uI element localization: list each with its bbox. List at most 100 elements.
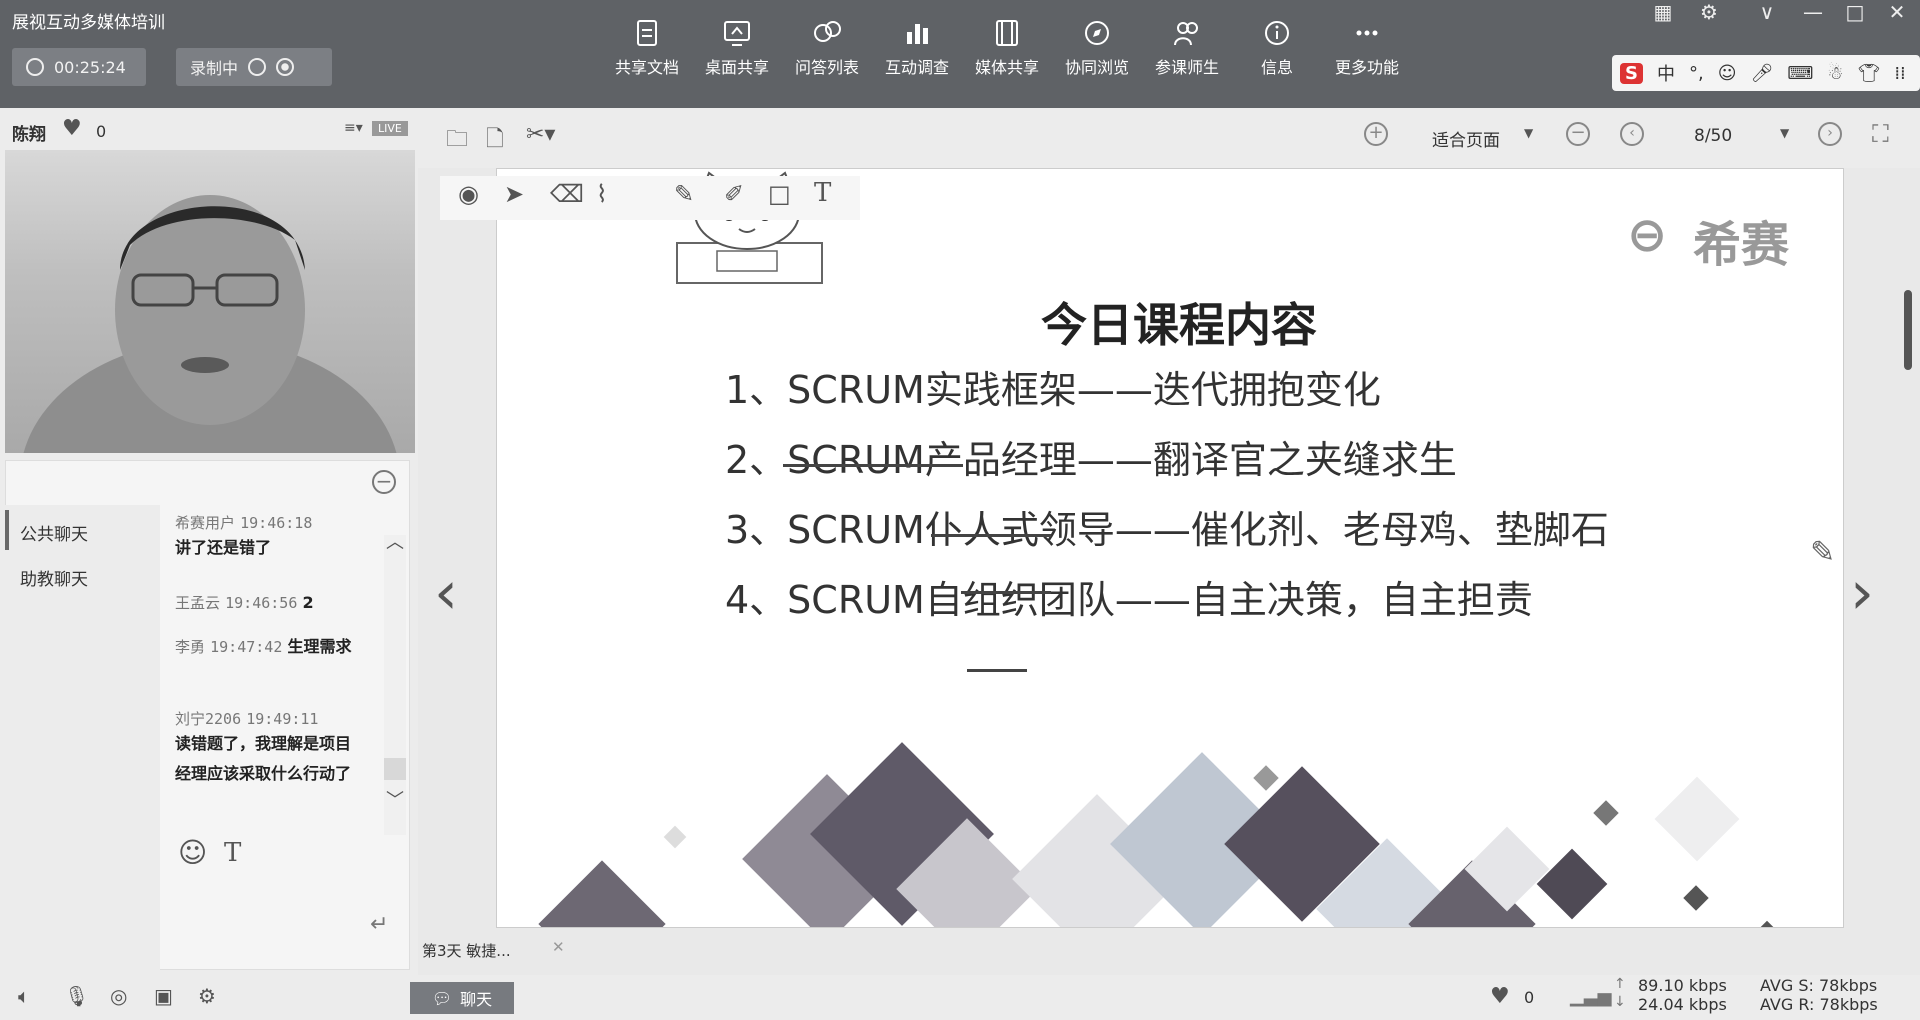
next-page-icon[interactable]: › [1818,122,1842,146]
maximize-icon[interactable]: □ [1838,0,1872,24]
fullscreen-icon[interactable]: ⛶ [1872,120,1889,148]
agenda-item-2: 2、SCRUM产品经理——翻译官之夹缝求生 [725,438,1457,482]
annotation-underline [783,464,963,467]
decorative-diamonds [497,729,1843,927]
collapse-icon[interactable]: − [372,470,396,494]
slide-prev-icon[interactable]: ‹ [434,558,458,628]
tab-public-chat[interactable]: 公共聊天 [20,520,88,545]
text-tool-icon[interactable]: T [814,178,831,208]
tool-label: 更多功能 [1334,58,1399,77]
slide-next-icon[interactable]: › [1850,558,1874,628]
chat-message: 刘宁2206 19:49:11 读错题了，我理解是项目经理应该采取什么行动了 [175,708,365,789]
scissors-icon[interactable]: ✂▾ [526,122,555,147]
heart-icon[interactable]: ♥ [62,116,82,141]
send-enter-icon[interactable]: ↵ [370,912,388,937]
emoji-icon[interactable]: ☺ [1718,63,1737,84]
tool-label: 问答列表 [794,58,859,77]
page-indicator: 8/50 [1694,126,1733,146]
pointer-icon[interactable]: ➤ [504,180,524,208]
message-text: 讲了还是错了 [175,538,272,557]
tool-info[interactable]: 信息 [1232,18,1322,78]
tool-label: 协同浏览 [1064,58,1129,77]
survey-chart-icon [907,24,928,44]
skin-icon[interactable]: 👕︎ [1857,63,1880,84]
prev-page-icon[interactable]: ‹ [1620,122,1644,146]
annotation-underline [967,669,1027,672]
record-icon[interactable]: ◉ [458,180,479,208]
slide-canvas: ⊖ 希赛 今日课程内容 1、SCRUM实践框架——迭代拥抱变化 2、SCRUM产… [496,168,1844,928]
qa-icon [814,21,841,42]
page-scrollbar[interactable] [1904,290,1912,370]
emoji-icon[interactable]: ☺ [178,836,207,869]
chevron-down-icon[interactable]: ∨ [1750,0,1784,24]
rectangle-icon[interactable]: □ [768,180,791,208]
eraser-icon[interactable]: ⌫ [550,180,584,208]
active-tab-indicator [5,510,9,550]
image-settings-icon[interactable]: ▣ [154,984,173,1008]
compass-icon [1085,21,1109,45]
layout-icon[interactable]: ▦ [1646,0,1680,24]
camera-icon[interactable]: ◎ [110,984,127,1008]
zoom-dropdown-icon[interactable]: ▼ [1524,126,1533,140]
pen-toggle-icon[interactable]: ✎ [1810,535,1835,570]
keyboard-icon[interactable]: ⌨ [1787,63,1813,84]
punctuation-icon[interactable]: °, [1689,63,1704,84]
speaker-icon[interactable]: 🔈︎ [18,984,30,1008]
ime-toolbar[interactable]: S 中 °, ☺ 🎤︎ ⌨ ☃ 👕︎ ⁞⁞ [1612,55,1920,91]
folder-icon[interactable]: 🗀 [446,122,468,160]
minimize-icon[interactable]: — [1796,0,1830,24]
tool-desktop-share[interactable]: 桌面共享 [692,18,782,78]
pen-icon[interactable]: ✎ [674,180,694,208]
chat-bubble-icon: 💬︎ [431,988,453,1008]
close-tab-icon[interactable]: ✕ [552,938,565,956]
stop-record-icon [276,58,295,76]
top-bar: 展视互动多媒体培训 00:25:24 录制中 共享文档 桌面共享 问答列表 互动… [0,0,1920,108]
page-dropdown-icon[interactable]: ▼ [1780,126,1789,140]
tool-label: 参课师生 [1154,58,1219,77]
zoom-out-icon[interactable]: − [1566,122,1590,146]
signal-icon: ▁▃▅ [1570,986,1612,1007]
chat-message: 王孟云 19:46:56 2 [175,588,365,618]
heart-icon[interactable]: ♥ [1490,984,1510,1009]
tool-media-share[interactable]: 媒体共享 [962,18,1052,78]
message-text: 2 [302,593,314,612]
chat-button[interactable]: 💬︎ 聊天 [410,982,514,1014]
annotation-toolbar [440,176,860,220]
settings-icon[interactable]: ⚙ [198,984,216,1008]
scroll-down-icon[interactable]: ﹀ [386,786,404,812]
scroll-up-icon[interactable]: ︿ [386,528,404,554]
settings-icon[interactable]: ⚙ [1692,0,1726,24]
sogou-logo-icon: S [1620,62,1643,84]
new-file-icon[interactable]: 🗋 [486,122,504,160]
info-icon [1265,21,1289,45]
list-menu-icon[interactable]: ≡▾ [344,120,363,136]
agenda-item-1: 1、SCRUM实践框架——迭代拥抱变化 [725,368,1381,412]
brush-icon[interactable]: ⌇ [596,180,608,208]
zoom-in-icon[interactable]: + [1364,122,1388,146]
doc-tab[interactable]: 第3天 敏捷... [422,940,511,961]
user-icon[interactable]: ☃ [1827,63,1843,84]
scroll-thumb[interactable] [384,758,406,780]
film-icon [996,20,1018,46]
tool-label: 共享文档 [614,58,679,77]
grid-icon[interactable]: ⁞⁞ [1894,63,1905,84]
mic-icon[interactable]: 🎤︎ [1750,63,1773,84]
tool-more[interactable]: 更多功能 [1322,18,1412,78]
pencil-icon[interactable]: ✐ [724,180,744,208]
tool-co-browse[interactable]: 协同浏览 [1052,18,1142,78]
tab-assistant-chat[interactable]: 助教聊天 [20,565,88,590]
recording-button[interactable]: 录制中 [176,48,332,86]
microphone-icon[interactable]: 🎙︎ [64,984,89,1008]
tool-share-doc[interactable]: 共享文档 [602,18,692,78]
zoom-mode[interactable]: 适合页面 [1432,126,1500,151]
ime-mode[interactable]: 中 [1657,60,1675,86]
close-icon[interactable]: ✕ [1880,0,1914,24]
download-arrow-icon: ↓ [1614,994,1626,1010]
tool-qa-list[interactable]: 问答列表 [782,18,872,78]
tool-survey[interactable]: 互动调查 [872,18,962,78]
timer-button[interactable]: 00:25:24 [12,48,146,86]
brand-logo: 希赛 [1693,217,1790,273]
font-icon[interactable]: T [224,838,241,868]
tool-participants[interactable]: 参课师生 [1142,18,1232,78]
upload-rate: 89.10 kbps [1638,976,1727,995]
